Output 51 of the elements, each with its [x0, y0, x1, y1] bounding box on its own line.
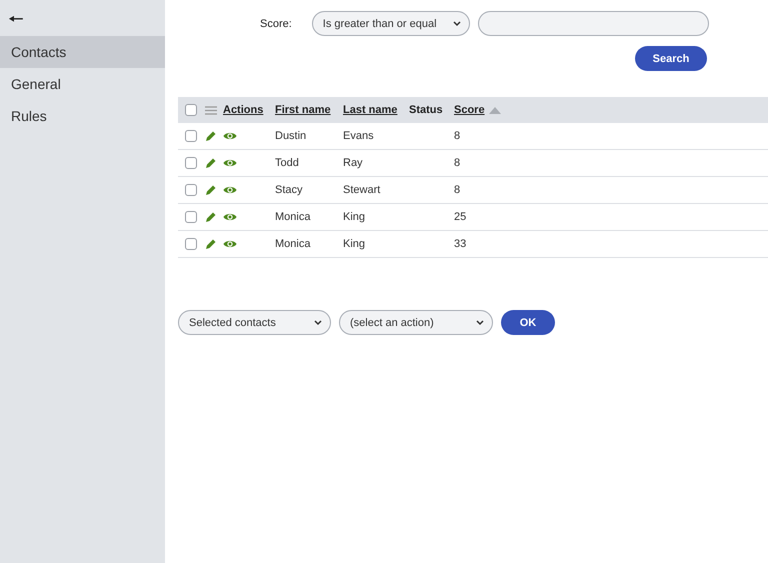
- menu-icon[interactable]: [205, 106, 217, 114]
- sidebar-item[interactable]: Rules: [0, 100, 165, 132]
- row-checkbox[interactable]: [185, 130, 197, 142]
- chevron-icon: [452, 20, 461, 26]
- ok-button[interactable]: OK: [501, 310, 555, 335]
- eye-icon[interactable]: [223, 212, 237, 222]
- pencil-icon[interactable]: [205, 157, 217, 169]
- pencil-icon[interactable]: [205, 238, 217, 250]
- table-cell: King: [343, 211, 366, 223]
- eye-icon[interactable]: [223, 131, 237, 141]
- sidebar-item[interactable]: General: [0, 68, 165, 100]
- table-cell: 8: [454, 130, 460, 142]
- table-cell: Monica: [275, 238, 310, 250]
- row-checkbox[interactable]: [185, 184, 197, 196]
- column-header[interactable]: First name: [275, 104, 331, 116]
- action-select[interactable]: (select an action): [339, 310, 493, 335]
- sidebar-item[interactable]: Contacts: [0, 36, 165, 68]
- table-cell: 33: [454, 238, 466, 250]
- table-cell: Ray: [343, 157, 363, 169]
- pencil-icon[interactable]: [205, 211, 217, 223]
- column-header[interactable]: Actions: [223, 104, 264, 116]
- row-checkbox[interactable]: [185, 157, 197, 169]
- table-cell: Dustin: [275, 130, 306, 142]
- pencil-icon[interactable]: [205, 184, 217, 196]
- table-cell: Monica: [275, 211, 310, 223]
- table-cell: Todd: [275, 157, 299, 169]
- search-button[interactable]: Search: [635, 46, 707, 71]
- column-header[interactable]: Score: [454, 104, 485, 116]
- eye-icon[interactable]: [223, 185, 237, 195]
- target-select[interactable]: Selected contacts: [178, 310, 331, 335]
- chevron-icon: [476, 320, 484, 326]
- column-header: Status: [409, 104, 443, 116]
- operator-select[interactable]: Is greater than or equal: [312, 11, 470, 36]
- back-button[interactable]: 🠔: [0, 6, 40, 30]
- table-cell: 8: [454, 184, 460, 196]
- table-cell: Evans: [343, 130, 374, 142]
- table-cell: 25: [454, 211, 466, 223]
- filter-label: Score:: [260, 18, 292, 30]
- chevron-icon: [314, 320, 322, 326]
- table-cell: Stewart: [343, 184, 380, 196]
- row-checkbox[interactable]: [185, 238, 197, 250]
- eye-icon[interactable]: [223, 239, 237, 249]
- select-all-checkbox[interactable]: [185, 104, 197, 116]
- table-cell: 8: [454, 157, 460, 169]
- value-field[interactable]: [478, 11, 709, 36]
- row-checkbox[interactable]: [185, 211, 197, 223]
- pencil-icon[interactable]: [205, 130, 217, 142]
- eye-icon[interactable]: [223, 158, 237, 168]
- table-cell: King: [343, 238, 366, 250]
- column-header[interactable]: Last name: [343, 104, 398, 116]
- table-cell: Stacy: [275, 184, 303, 196]
